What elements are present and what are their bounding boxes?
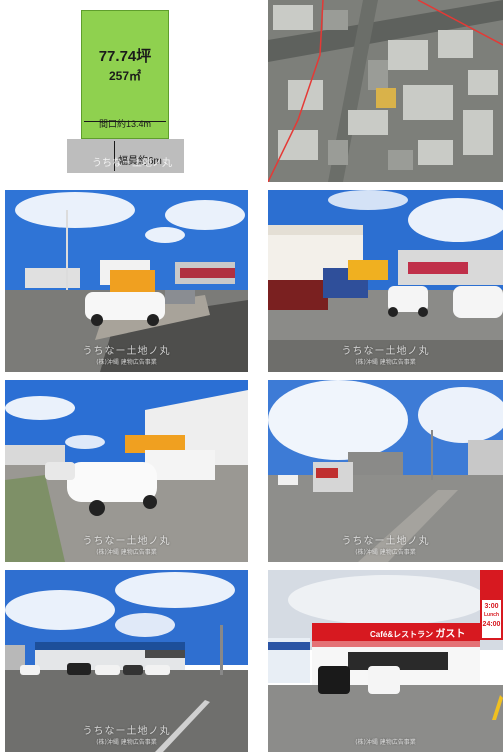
watermark: うちなー土地ノ丸 (株)沖縄 建物広告事業: [82, 346, 171, 366]
site-photo-3: うちなー土地ノ丸 (株)沖縄 建物広告事業: [5, 380, 248, 562]
aerial-photo: [268, 0, 503, 182]
hours-top: 3:00: [484, 603, 499, 610]
site-photo-2: うちなー土地ノ丸 (株)沖縄 建物広告事業: [268, 190, 503, 372]
nearby-store-photo: うちなー土地ノ丸 (株)沖縄 建物広告事業: [5, 570, 248, 752]
sign-name: ガスト: [435, 629, 466, 640]
area-tsubo: 77.74坪: [98, 48, 152, 65]
watermark: うちなー土地ノ丸 (株)沖縄 建物広告事業: [341, 536, 430, 556]
sign-cafe: Café&レストラン: [370, 630, 434, 639]
watermark: うちなー土地ノ丸 (株)沖縄 建物広告事業: [82, 726, 171, 746]
watermark: うちなー土地ノ丸 (株)沖縄 建物広告事業: [341, 346, 430, 366]
nearby-restaurant-photo: Café&レストラン ガスト 3:00 Lunch 24:00 (株)沖縄 建物…: [268, 570, 503, 752]
restaurant-sign: Café&レストラン ガスト: [370, 625, 465, 640]
lot-shape: 77.74坪 257㎡ 間口約13.4m: [81, 10, 169, 139]
watermark: うちなー土地ノ丸: [92, 158, 172, 169]
watermark: うちなー土地ノ丸 (株)沖縄 建物広告事業: [82, 536, 171, 556]
plot-diagram: 77.74坪 257㎡ 間口約13.4m 幅員約6m うちなー土地ノ丸: [0, 0, 249, 182]
frontage-dimension-line: [84, 121, 166, 122]
hours-note: Lunch: [484, 612, 499, 618]
frontage-label: 間口約13.4m: [98, 119, 151, 129]
hours-bottom: 24:00: [482, 621, 501, 628]
watermark: (株)沖縄 建物広告事業: [355, 739, 416, 746]
area-m2: 257㎡: [108, 69, 142, 83]
site-photo-4: うちなー土地ノ丸 (株)沖縄 建物広告事業: [268, 380, 503, 562]
site-photo-1: うちなー土地ノ丸 (株)沖縄 建物広告事業: [5, 190, 248, 372]
hours-sign: 3:00 Lunch 24:00: [482, 602, 501, 629]
